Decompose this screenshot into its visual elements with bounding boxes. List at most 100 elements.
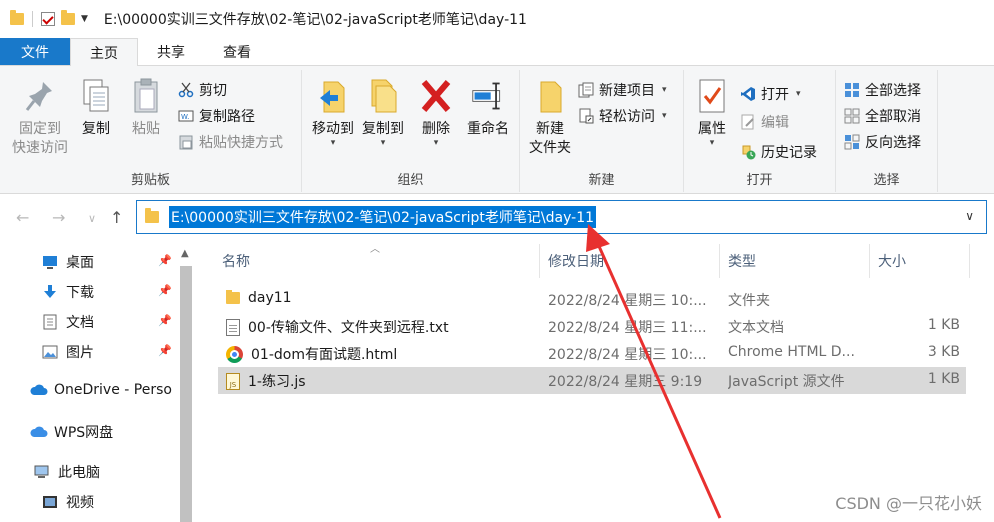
table-row[interactable]: 01-dom有面试题.html 2022/8/24 星期三 10:... Chr… — [218, 340, 966, 367]
file-name-cell: 01-dom有面试题.html — [226, 344, 397, 364]
copy-path-label: 复制路径 — [199, 109, 255, 125]
select-group-label: 选择 — [873, 173, 900, 188]
back-arrow-icon[interactable]: ← — [16, 208, 29, 227]
file-name: 01-dom有面试题.html — [251, 347, 398, 363]
file-type: JavaScript 源文件 — [728, 374, 845, 390]
nav-item-documents[interactable]: 文档 — [42, 312, 94, 332]
file-list: ︿ 名称 修改日期 类型 大小 day11 2022/8/24 星期三 10:.… — [200, 244, 994, 522]
paste-shortcut-icon — [178, 134, 194, 150]
table-row-selected[interactable]: JS 1-练习.js 2022/8/24 星期三 9:19 JavaScript… — [218, 367, 966, 394]
edit-button[interactable]: 编辑 — [740, 112, 789, 132]
easy-access-button[interactable]: 轻松访问 ▾ — [578, 106, 667, 126]
documents-icon — [42, 314, 58, 330]
select-none-button[interactable]: 全部取消 — [844, 106, 921, 126]
scroll-thumb[interactable] — [180, 266, 192, 522]
pin-icon[interactable]: 📌 — [158, 344, 172, 357]
tab-home[interactable]: 主页 — [70, 38, 138, 67]
desktop-icon — [42, 254, 58, 270]
customize-dropdown-icon[interactable]: ▼ — [81, 14, 88, 24]
column-header-name[interactable]: 名称 — [214, 244, 540, 278]
nav-item-pictures[interactable]: 图片 — [42, 342, 94, 362]
forward-arrow-icon[interactable]: → — [52, 208, 65, 227]
nav-label: 视频 — [66, 495, 94, 511]
new-item-button[interactable]: 新建项目 ▾ — [578, 80, 667, 100]
paste-button[interactable]: 粘贴 — [126, 76, 166, 139]
tab-view[interactable]: 查看 — [204, 38, 270, 65]
address-bar[interactable]: E:\00000实训三文件存放\02-笔记\02-javaScript老师笔记\… — [136, 200, 987, 234]
address-text[interactable]: E:\00000实训三文件存放\02-笔记\02-javaScript老师笔记\… — [169, 206, 597, 228]
nav-scrollbar[interactable]: ▲ — [176, 244, 196, 522]
copy-path-button[interactable]: W. 复制路径 — [178, 106, 255, 126]
chevron-down-icon: ▾ — [433, 138, 439, 148]
select-none-icon — [844, 108, 860, 124]
table-row[interactable]: day11 2022/8/24 星期三 10:... 文件夹 — [218, 286, 966, 313]
new-folder-icon[interactable] — [61, 10, 75, 25]
videos-icon — [42, 494, 58, 510]
text-file-icon — [226, 318, 240, 336]
column-header-date[interactable]: 修改日期 — [540, 244, 720, 278]
scissors-icon — [178, 82, 194, 98]
address-dropdown-chevron-icon[interactable]: ∨ — [965, 209, 974, 223]
column-header-size[interactable]: 大小 — [870, 244, 970, 278]
nav-item-onedrive[interactable]: OneDrive - Perso — [30, 382, 176, 398]
nav-label: 下载 — [66, 285, 94, 301]
select-all-button[interactable]: 全部选择 — [844, 80, 921, 100]
delete-button[interactable]: 删除 ▾ — [416, 76, 456, 148]
column-header-type[interactable]: 类型 — [720, 244, 870, 278]
move-to-button[interactable]: 移动到 ▾ — [306, 76, 360, 148]
computer-icon — [34, 464, 50, 480]
copy-to-button[interactable]: 复制到 ▾ — [356, 76, 410, 148]
dropdown-arrow-icon: ▾ — [796, 89, 801, 99]
file-type: Chrome HTML D... — [728, 344, 855, 360]
clipboard-group: 固定到 快速访问 复制 粘贴 剪切 W. 复制路径 粘贴快捷方式 剪贴板 — [0, 70, 302, 192]
svg-text:W.: W. — [181, 113, 189, 121]
wps-cloud-icon — [30, 424, 48, 440]
recent-locations-chevron-icon[interactable]: ∨ — [88, 212, 96, 225]
new-folder-label-1: 新建 — [536, 121, 564, 137]
file-name: 00-传输文件、文件夹到远程.txt — [248, 320, 449, 336]
properties-button[interactable]: 属性 ▾ — [690, 76, 734, 148]
pin-icon[interactable]: 📌 — [158, 254, 172, 267]
pin-quick-access-button[interactable]: 固定到 快速访问 — [8, 76, 72, 158]
chevron-down-icon: ▾ — [330, 138, 336, 148]
nav-item-desktop[interactable]: 桌面 — [42, 252, 94, 272]
download-icon — [42, 284, 58, 300]
nav-label: OneDrive - Perso — [54, 382, 172, 398]
up-arrow-icon[interactable]: ↑ — [110, 208, 123, 227]
organize-group: 移动到 ▾ 复制到 ▾ 删除 ▾ 重命名 组织 — [302, 70, 520, 192]
nav-item-videos[interactable]: 视频 — [42, 492, 94, 512]
pin-icon[interactable]: 📌 — [158, 314, 172, 327]
tab-file[interactable]: 文件 — [0, 38, 70, 65]
copy-button[interactable]: 复制 — [76, 76, 116, 139]
file-date: 2022/8/24 星期三 10:... — [548, 347, 707, 363]
select-none-label: 全部取消 — [865, 109, 921, 125]
properties-check-icon[interactable] — [41, 12, 55, 26]
paste-shortcut-button[interactable]: 粘贴快捷方式 — [178, 132, 283, 152]
nav-label: 文档 — [66, 315, 94, 331]
file-size: 3 KB — [927, 344, 960, 360]
history-button[interactable]: 历史记录 — [740, 142, 817, 162]
new-group-label: 新建 — [588, 173, 615, 188]
invert-selection-icon — [844, 134, 860, 150]
file-name: day11 — [248, 290, 292, 306]
nav-item-wps-drive[interactable]: WPS网盘 — [30, 422, 113, 442]
cut-button[interactable]: 剪切 — [178, 80, 227, 100]
nav-item-this-pc[interactable]: 此电脑 — [34, 462, 100, 482]
easy-access-label: 轻松访问 — [599, 109, 655, 125]
delete-label: 删除 — [422, 121, 450, 137]
new-folder-button[interactable]: 新建 文件夹 — [526, 76, 574, 158]
nav-item-downloads[interactable]: 下载 — [42, 282, 94, 302]
rename-icon — [471, 76, 505, 116]
rename-button[interactable]: 重命名 — [460, 76, 516, 139]
rename-label: 重命名 — [467, 121, 509, 137]
file-size: 1 KB — [927, 371, 960, 387]
open-button[interactable]: 打开 ▾ — [740, 84, 801, 104]
invert-selection-button[interactable]: 反向选择 — [844, 132, 921, 152]
table-row[interactable]: 00-传输文件、文件夹到远程.txt 2022/8/24 星期三 11:... … — [218, 313, 966, 340]
copy-label: 复制 — [82, 121, 110, 137]
pin-icon[interactable]: 📌 — [158, 284, 172, 297]
paste-shortcut-label: 粘贴快捷方式 — [199, 135, 283, 151]
pictures-icon — [42, 344, 58, 360]
tab-share[interactable]: 共享 — [138, 38, 204, 65]
scroll-up-arrow-icon[interactable]: ▲ — [181, 248, 189, 259]
